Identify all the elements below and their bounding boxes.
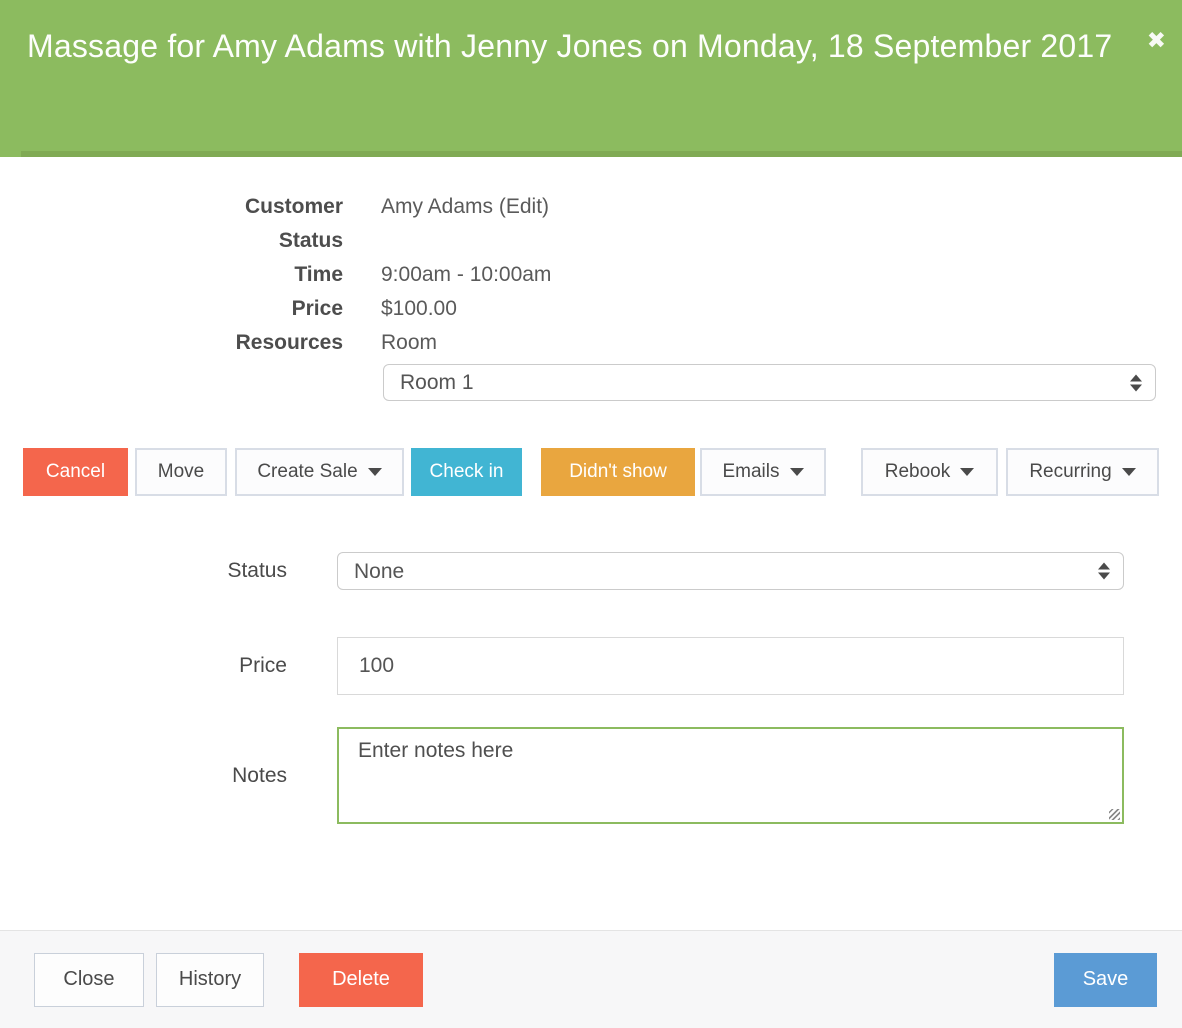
status-select-wrap: None <box>337 552 1124 590</box>
form-row-notes: Notes <box>0 727 1182 824</box>
status-label: Status <box>0 224 343 258</box>
check-in-button[interactable]: Check in <box>411 448 522 496</box>
create-sale-button[interactable]: Create Sale <box>235 448 404 496</box>
status-select[interactable]: None <box>337 552 1124 590</box>
save-button[interactable]: Save <box>1054 953 1157 1007</box>
emails-label: Emails <box>722 461 779 483</box>
form-price-label: Price <box>0 654 287 678</box>
move-button[interactable]: Move <box>135 448 227 496</box>
delete-button[interactable]: Delete <box>299 953 423 1007</box>
close-icon[interactable]: ✖ <box>1147 30 1166 53</box>
appointment-details: Customer Amy Adams (Edit) Status Time 9:… <box>0 190 1182 401</box>
price-field-wrap <box>337 637 1124 695</box>
caret-down-icon <box>790 468 804 476</box>
resize-handle-icon[interactable] <box>1109 809 1120 820</box>
notes-textarea[interactable] <box>337 727 1124 824</box>
caret-down-icon <box>368 468 382 476</box>
appointment-modal: Massage for Amy Adams with Jenny Jones o… <box>0 0 1182 1028</box>
modal-body: Customer Amy Adams (Edit) Status Time 9:… <box>0 157 1182 930</box>
detail-row-price: Price $100.00 <box>0 292 1182 326</box>
detail-row-resources: Resources Room <box>0 326 1182 360</box>
recurring-button[interactable]: Recurring <box>1006 448 1159 496</box>
price-input[interactable] <box>337 637 1124 695</box>
rebook-button[interactable]: Rebook <box>861 448 998 496</box>
emails-button[interactable]: Emails <box>700 448 826 496</box>
price-value: $100.00 <box>381 292 457 326</box>
customer-value[interactable]: Amy Adams (Edit) <box>381 190 549 224</box>
time-label: Time <box>0 258 343 292</box>
rebook-label: Rebook <box>885 461 951 483</box>
room-select-wrap: Room 1 <box>383 364 1156 401</box>
form-row-price: Price <box>0 637 1182 695</box>
modal-title: Massage for Amy Adams with Jenny Jones o… <box>27 21 1122 71</box>
price-label: Price <box>0 292 343 326</box>
caret-down-icon <box>960 468 974 476</box>
modal-header: Massage for Amy Adams with Jenny Jones o… <box>0 0 1182 157</box>
header-bottom-strip <box>21 151 1182 157</box>
edit-form: Status None Price Notes <box>0 552 1182 824</box>
close-button[interactable]: Close <box>34 953 144 1007</box>
resources-label: Resources <box>0 326 343 360</box>
history-button[interactable]: History <box>156 953 264 1007</box>
caret-down-icon <box>1122 468 1136 476</box>
form-status-label: Status <box>0 559 287 583</box>
notes-field-wrap <box>337 727 1124 824</box>
didnt-show-button[interactable]: Didn't show <box>541 448 695 496</box>
detail-row-status: Status <box>0 224 1182 258</box>
create-sale-label: Create Sale <box>257 461 357 483</box>
customer-label: Customer <box>0 190 343 224</box>
modal-footer: Close History Delete Save <box>0 930 1182 1028</box>
room-select[interactable]: Room 1 <box>383 364 1156 401</box>
actions-row: Cancel Move Create Sale Check in Didn't … <box>23 448 1159 496</box>
time-value: 9:00am - 10:00am <box>381 258 551 292</box>
recurring-label: Recurring <box>1029 461 1111 483</box>
form-notes-label: Notes <box>0 764 287 788</box>
detail-row-time: Time 9:00am - 10:00am <box>0 258 1182 292</box>
detail-row-customer: Customer Amy Adams (Edit) <box>0 190 1182 224</box>
cancel-button[interactable]: Cancel <box>23 448 128 496</box>
form-row-status: Status None <box>0 552 1182 590</box>
resources-value: Room <box>381 326 437 360</box>
